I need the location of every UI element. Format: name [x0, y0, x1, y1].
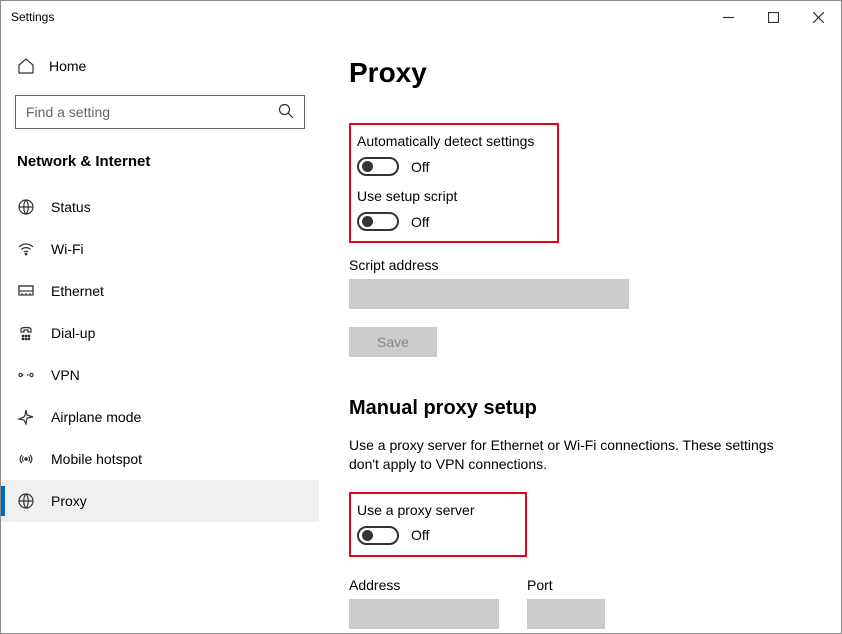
use-proxy-label: Use a proxy server	[357, 502, 515, 518]
nav-label: Wi-Fi	[51, 241, 84, 257]
nav-label: Ethernet	[51, 283, 104, 299]
address-label: Address	[349, 577, 499, 593]
page-title: Proxy	[349, 57, 811, 89]
port-label: Port	[527, 577, 605, 593]
close-button[interactable]	[796, 2, 841, 32]
window-controls	[706, 2, 841, 32]
nav-label: VPN	[51, 367, 80, 383]
auto-detect-label: Automatically detect settings	[357, 133, 547, 149]
nav-label: Airplane mode	[51, 409, 141, 425]
highlight-proxy-section: Use a proxy server Off	[349, 492, 527, 557]
script-address-label: Script address	[349, 257, 811, 273]
save-button: Save	[349, 327, 437, 357]
use-proxy-state: Off	[411, 527, 429, 543]
sidebar-item-wifi[interactable]: Wi-Fi	[1, 228, 319, 270]
vpn-icon	[17, 366, 35, 384]
titlebar: Settings	[1, 1, 841, 33]
manual-description: Use a proxy server for Ethernet or Wi-Fi…	[349, 436, 789, 474]
highlight-auto-section: Automatically detect settings Off Use se…	[349, 123, 559, 243]
nav-label: Status	[51, 199, 91, 215]
wifi-icon	[17, 240, 35, 258]
manual-section-title: Manual proxy setup	[349, 397, 811, 420]
status-icon	[17, 198, 35, 216]
script-address-input	[349, 279, 629, 309]
auto-detect-state: Off	[411, 159, 429, 175]
sidebar-item-hotspot[interactable]: Mobile hotspot	[1, 438, 319, 480]
nav-label: Proxy	[51, 493, 87, 509]
ethernet-icon	[17, 282, 35, 300]
sidebar-item-vpn[interactable]: VPN	[1, 354, 319, 396]
category-label: Network & Internet	[1, 147, 319, 186]
airplane-icon	[17, 408, 35, 426]
main-content: Proxy Automatically detect settings Off …	[319, 33, 841, 633]
setup-script-state: Off	[411, 214, 429, 230]
sidebar-item-airplane[interactable]: Airplane mode	[1, 396, 319, 438]
address-input	[349, 599, 499, 629]
sidebar-item-ethernet[interactable]: Ethernet	[1, 270, 319, 312]
hotspot-icon	[17, 450, 35, 468]
search-icon	[278, 103, 294, 122]
setup-script-label: Use setup script	[357, 188, 547, 204]
search-input[interactable]: Find a setting	[15, 95, 305, 129]
sidebar-item-dialup[interactable]: Dial-up	[1, 312, 319, 354]
sidebar-item-proxy[interactable]: Proxy	[1, 480, 319, 522]
maximize-button[interactable]	[751, 2, 796, 32]
use-proxy-toggle[interactable]	[357, 526, 399, 545]
home-label: Home	[49, 58, 86, 74]
nav-label: Dial-up	[51, 325, 95, 341]
auto-detect-toggle[interactable]	[357, 157, 399, 176]
sidebar: Home Find a setting Network & Internet S…	[1, 33, 319, 633]
setup-script-toggle[interactable]	[357, 212, 399, 231]
nav-list: Status Wi-Fi Ethernet Dial-up VPN Airpla…	[1, 186, 319, 522]
home-nav[interactable]: Home	[1, 47, 319, 85]
search-placeholder: Find a setting	[26, 104, 110, 120]
window-title: Settings	[11, 10, 54, 24]
minimize-button[interactable]	[706, 2, 751, 32]
proxy-icon	[17, 492, 35, 510]
dialup-icon	[17, 324, 35, 342]
sidebar-item-status[interactable]: Status	[1, 186, 319, 228]
home-icon	[17, 57, 35, 75]
port-input	[527, 599, 605, 629]
nav-label: Mobile hotspot	[51, 451, 142, 467]
